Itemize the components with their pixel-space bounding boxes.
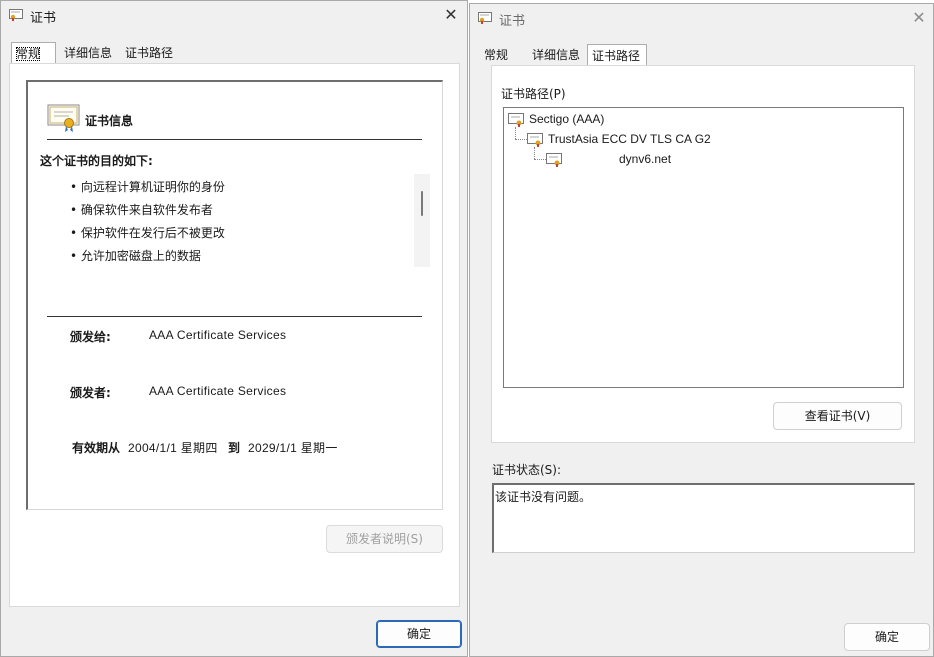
purpose-item: • 允许加密磁盘上的数据 <box>70 249 201 263</box>
tab-details[interactable]: 详细信息 <box>528 44 584 66</box>
tab-details[interactable]: 详细信息 <box>60 42 118 64</box>
purpose-heading: 这个证书的目的如下: <box>40 154 153 168</box>
purpose-item: • 保护软件在发行后不被更改 <box>70 226 225 240</box>
certificate-info-box: 证书信息 这个证书的目的如下: • 向远程计算机证明你的身份 • 确保软件来自软… <box>26 80 443 510</box>
certificate-icon <box>546 153 562 167</box>
tab-details-label: 详细信息 <box>64 46 113 60</box>
tree-node-leaf[interactable]: dynv6.net <box>619 152 671 166</box>
tree-connector <box>515 139 527 140</box>
tab-general[interactable]: 常规 <box>480 44 525 66</box>
tab-page-cert-path: 证书路径(P) Sectigo (AAA) TrustAsia ECC DV T… <box>491 65 915 443</box>
tab-general-label: 常规 <box>484 48 509 62</box>
issued-to-value: AAA Certificate Services <box>149 328 287 342</box>
validity-to-value: 2029/1/1 星期一 <box>248 441 338 455</box>
issued-by-value: AAA Certificate Services <box>149 384 287 398</box>
title-bar[interactable]: 证书 ✕ <box>470 4 933 34</box>
tree-connector <box>534 147 535 159</box>
title-bar[interactable]: 证书 ✕ <box>1 1 467 31</box>
certificate-icon <box>478 12 492 24</box>
issued-by-label: 颁发者: <box>70 386 111 400</box>
tab-cert-path[interactable]: 证书路径 <box>587 44 647 66</box>
certificate-icon <box>508 113 524 127</box>
window-title: 证书 <box>30 11 57 26</box>
tree-node-intermediate[interactable]: TrustAsia ECC DV TLS CA G2 <box>548 132 711 146</box>
certificate-icon <box>9 9 23 21</box>
ok-button[interactable]: 确定 <box>376 620 462 648</box>
certificate-dialog-path: 证书 ✕ 常规 详细信息 证书路径 证书路径(P) Sectigo (AAA) <box>469 3 934 657</box>
divider <box>47 316 422 317</box>
cert-path-label: 证书路径(P) <box>501 87 566 101</box>
close-icon[interactable]: ✕ <box>443 7 459 23</box>
tab-cert-path-label: 证书路径 <box>125 46 174 60</box>
tab-general[interactable]: 常规 <box>11 42 56 64</box>
issued-to-label: 颁发给: <box>70 330 111 344</box>
close-icon[interactable]: ✕ <box>911 10 927 26</box>
tree-connector <box>515 127 516 139</box>
scrollbar-thumb[interactable] <box>421 191 423 216</box>
purpose-item: • 向远程计算机证明你的身份 <box>70 180 225 194</box>
tab-details-label: 详细信息 <box>532 48 581 62</box>
view-certificate-button[interactable]: 查看证书(V) <box>773 402 902 430</box>
tree-node-root[interactable]: Sectigo (AAA) <box>529 112 604 126</box>
cert-status-label: 证书状态(S): <box>492 463 562 477</box>
cert-status-textbox[interactable]: 该证书没有问题。 <box>492 483 915 553</box>
certificate-icon <box>527 133 543 147</box>
tab-cert-path[interactable]: 证书路径 <box>121 42 179 64</box>
tab-page-general: 证书信息 这个证书的目的如下: • 向远程计算机证明你的身份 • 确保软件来自软… <box>9 63 460 607</box>
divider <box>47 139 422 140</box>
certificate-ribbon-icon <box>47 104 80 132</box>
purpose-scrollbar[interactable] <box>414 174 430 267</box>
validity-from-label: 有效期从 <box>72 441 121 455</box>
tab-general-label: 常规 <box>16 47 41 61</box>
validity-to-label: 到 <box>228 441 241 455</box>
cert-info-heading: 证书信息 <box>85 114 134 128</box>
cert-path-tree[interactable]: Sectigo (AAA) TrustAsia ECC DV TLS CA G2… <box>503 107 904 388</box>
validity-from-value: 2004/1/1 星期四 <box>128 441 218 455</box>
tree-connector <box>534 159 546 160</box>
ok-button[interactable]: 确定 <box>844 623 930 651</box>
certificate-dialog-general: 证书 ✕ 常规 详细信息 证书路径 证书信息 这个证书的目的如下: • 向远程计… <box>0 0 468 657</box>
purpose-item: • 确保软件来自软件发布者 <box>70 203 213 217</box>
tab-cert-path-label: 证书路径 <box>592 49 641 63</box>
window-title: 证书 <box>499 14 526 29</box>
issuer-statement-button[interactable]: 颁发者说明(S) <box>326 525 443 553</box>
cert-status-text: 该证书没有问题。 <box>495 490 592 504</box>
